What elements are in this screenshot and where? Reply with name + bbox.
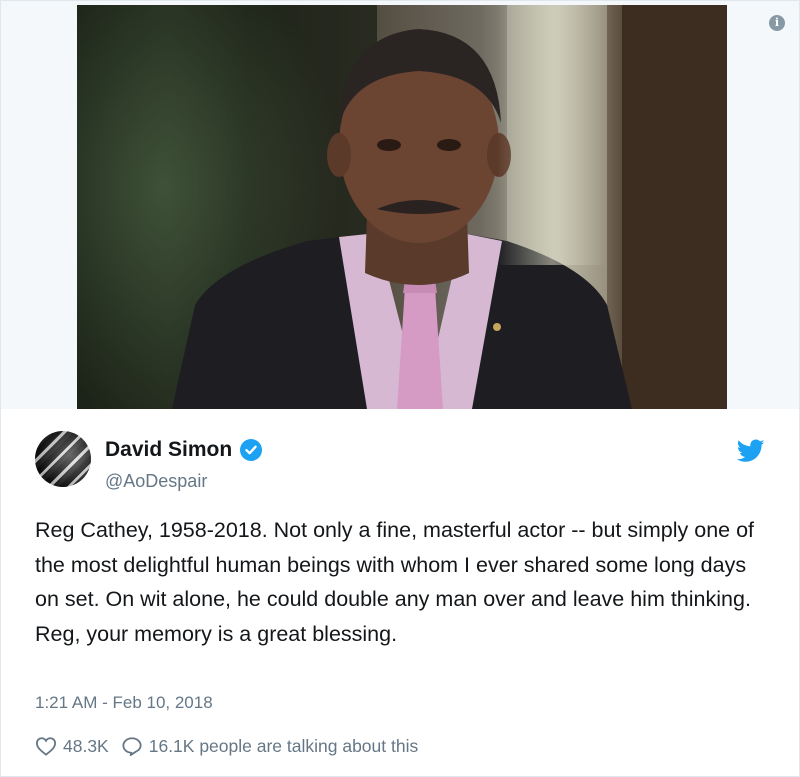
heart-icon: [35, 737, 57, 756]
author-display-name[interactable]: David Simon: [105, 438, 232, 462]
tweet-actions: 48.3K 16.1K people are talking about thi…: [35, 734, 430, 758]
verified-badge-icon: [240, 439, 263, 461]
speech-bubble-icon: [122, 737, 142, 756]
like-button[interactable]: 48.3K: [35, 736, 109, 757]
info-icon[interactable]: i: [769, 15, 785, 31]
author-handle[interactable]: @AoDespair: [105, 471, 207, 492]
author-name-row: David Simon: [105, 437, 263, 463]
tweet-photo[interactable]: [77, 5, 727, 409]
twitter-bird-icon[interactable]: [737, 439, 765, 463]
avatar[interactable]: [35, 431, 91, 487]
like-count: 48.3K: [63, 735, 109, 756]
tweet-timestamp[interactable]: 1:21 AM - Feb 10, 2018: [35, 693, 213, 713]
reply-button[interactable]: 16.1K people are talking about this: [121, 735, 419, 757]
media-area: i: [1, 1, 799, 409]
tweet-text: Reg Cathey, 1958-2018. Not only a fine, …: [35, 518, 755, 646]
portrait-illustration: [77, 5, 727, 409]
wall-highlight: [497, 5, 607, 265]
conversation-count: 16.1K people are talking about this: [148, 735, 419, 756]
tweet-card: i David Simon @AoDespair Reg Cathey, 195…: [0, 0, 800, 777]
